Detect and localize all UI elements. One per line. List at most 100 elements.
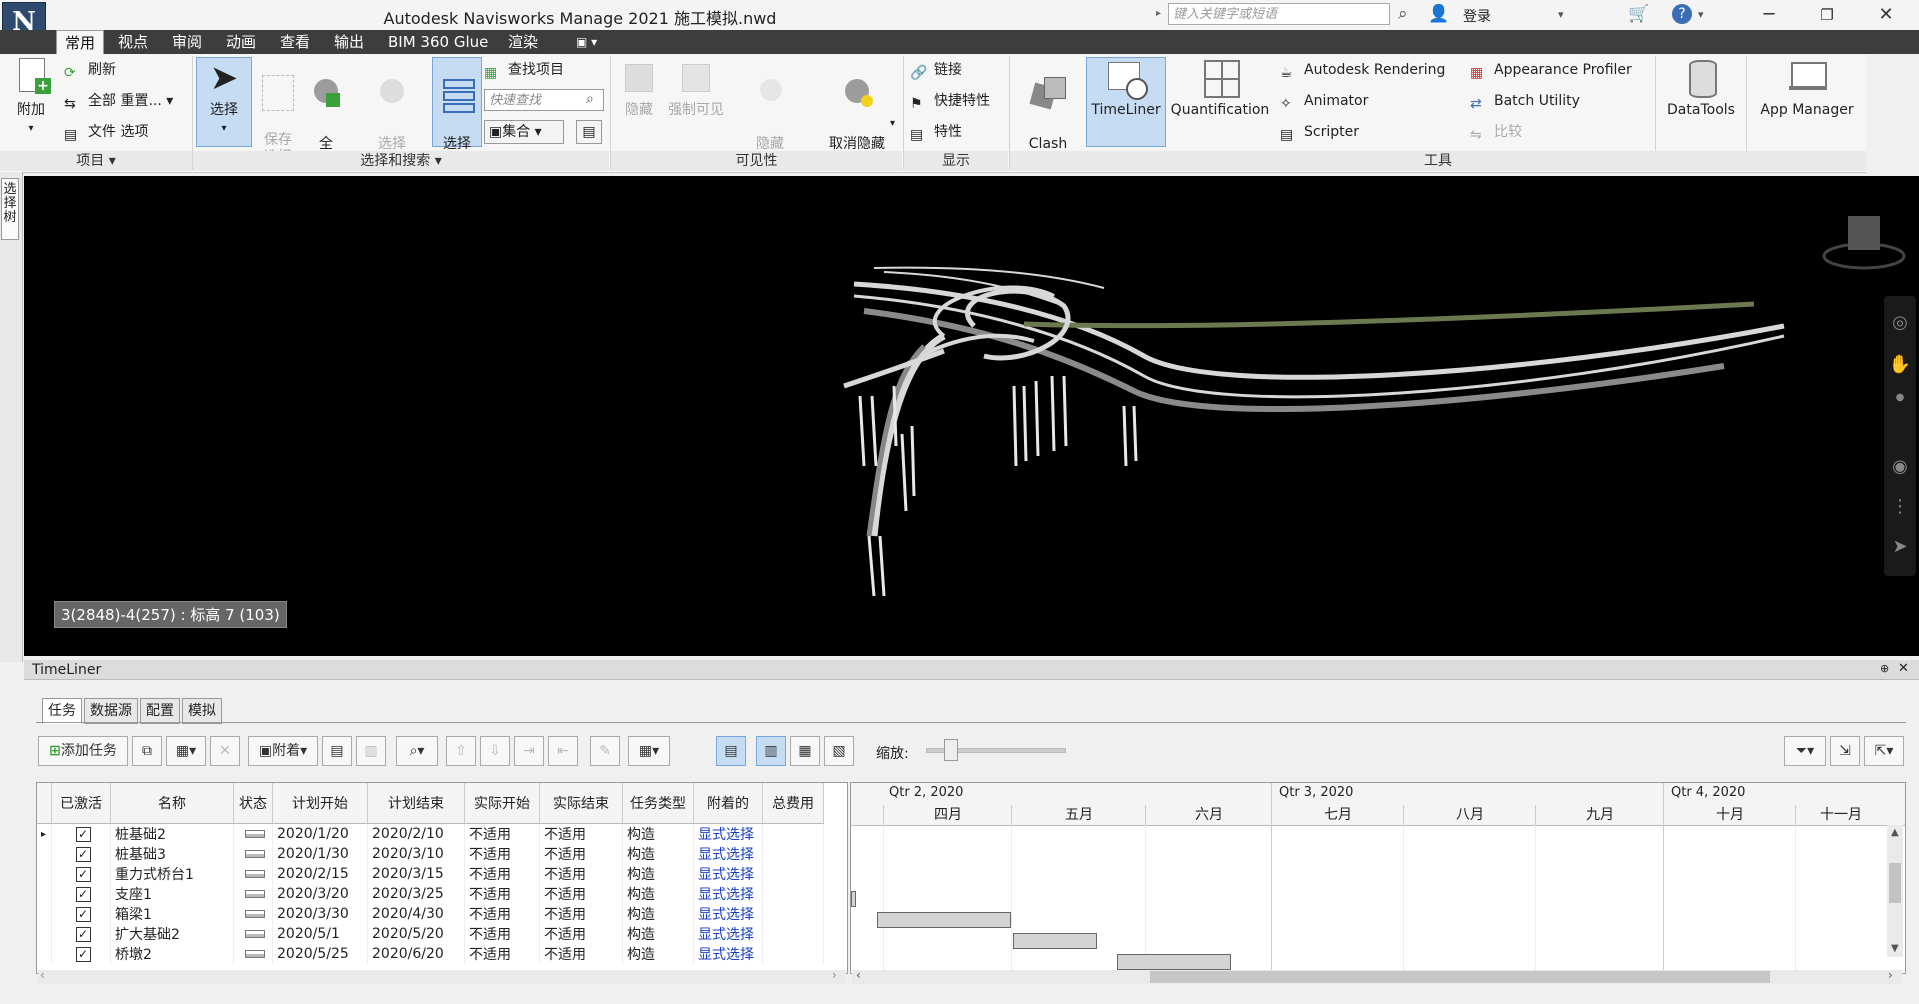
outdent-icon[interactable]: ⇤ — [548, 736, 578, 766]
tab-configure[interactable]: 配置 — [140, 698, 180, 724]
filter-icon[interactable]: ⏷▾ — [1784, 736, 1826, 766]
attached-link[interactable]: 显式选择 — [693, 924, 763, 944]
clear-attachments-icon[interactable]: ▥ — [356, 736, 386, 766]
attached-link[interactable]: 显式选择 — [693, 904, 763, 924]
auto-add-tasks-icon[interactable]: ▦▾ — [166, 736, 206, 766]
view-gantt-icon[interactable]: ▦ — [790, 736, 820, 766]
sets-dropdown[interactable]: ▣集合 ▾ — [484, 120, 564, 144]
col-actual-start[interactable]: 实际开始 — [464, 783, 540, 824]
hide-button[interactable]: 隐藏 — [614, 58, 664, 119]
move-down-icon[interactable]: ⇩ — [480, 736, 510, 766]
attached-link[interactable]: 显式选择 — [693, 823, 763, 844]
auto-attach-rules-icon[interactable]: ▤ — [322, 736, 352, 766]
properties-button[interactable]: ▤ 特性 — [910, 120, 962, 144]
tab-animation[interactable]: 动画 — [218, 30, 264, 54]
login-button[interactable]: 登录 — [1463, 6, 1491, 26]
links-button[interactable]: 🔗 链接 — [910, 58, 962, 82]
help-menu-chevron-icon[interactable]: ▾ — [1698, 8, 1704, 21]
pan-hand-icon[interactable]: ✋ — [1888, 354, 1912, 375]
reset-all-button[interactable]: ⇆ 全部 重置... ▾ — [64, 89, 173, 113]
checkbox-checked-icon[interactable]: ✓ — [75, 927, 91, 942]
col-task-type[interactable]: 任务类型 — [622, 783, 694, 824]
camera-icon[interactable]: ▣ ▾ — [568, 30, 605, 54]
tab-simulate[interactable]: 模拟 — [182, 698, 222, 724]
autodesk-rendering-button[interactable]: ☕ Autodesk Rendering — [1280, 58, 1445, 82]
scripter-button[interactable]: ▤ Scripter — [1280, 120, 1359, 144]
table-row[interactable]: ▸ ✓ 桩基础2 2020/1/20 2020/2/10 不适用 不适用 构造 显式选择 — [37, 823, 824, 844]
panel-label-project[interactable]: 项目 ▾ — [0, 151, 192, 171]
datatools-button[interactable]: DataTools — [1660, 58, 1742, 119]
checkbox-checked-icon[interactable]: ✓ — [75, 867, 91, 882]
active-checkbox[interactable]: ✓ — [51, 924, 111, 944]
active-checkbox[interactable]: ✓ — [51, 944, 111, 964]
col-actual-end[interactable]: 实际结束 — [539, 783, 623, 824]
minimize-button[interactable]: ─ — [1745, 0, 1793, 30]
gantt-task-bar[interactable] — [1117, 954, 1231, 970]
chevron-down-icon[interactable]: ▾ — [1558, 8, 1564, 21]
tab-tasks[interactable]: 任务 — [42, 698, 82, 724]
find-items-icon[interactable]: ⌕▾ — [396, 736, 438, 766]
gantt-chart[interactable]: Qtr 2, 2020 Qtr 3, 2020 Qtr 4, 2020 四月 五… — [850, 782, 1906, 974]
panel-label-select-search[interactable]: 选择和搜索 ▾ — [193, 151, 609, 171]
file-options-button[interactable]: ▤ 文件 选项 — [64, 120, 148, 144]
indent-icon[interactable]: ⇥ — [514, 736, 544, 766]
col-active[interactable]: 已激活 — [51, 783, 111, 824]
view-grid-icon[interactable]: ▤ — [716, 736, 746, 766]
move-up-icon[interactable]: ⇧ — [446, 736, 476, 766]
attach-button[interactable]: ▣附着▾ — [248, 736, 318, 766]
checkbox-checked-icon[interactable]: ✓ — [75, 827, 91, 842]
view-grid-gantt-icon[interactable]: ▥ — [756, 736, 786, 766]
cart-icon[interactable]: 🛒 — [1628, 4, 1649, 24]
add-task-button[interactable]: ⊞添加任务 — [38, 736, 128, 766]
table-row[interactable]: ✓ 箱梁1 2020/3/30 2020/4/30 不适用 不适用 构造 显式选择 — [37, 904, 824, 924]
appearance-profiler-button[interactable]: ▦ Appearance Profiler — [1470, 58, 1632, 82]
gantt-vertical-scroll-thumb[interactable] — [1889, 863, 1901, 903]
columns-icon[interactable]: ▦▾ — [628, 736, 670, 766]
tab-viewpoint[interactable]: 视点 — [110, 30, 156, 54]
task-name[interactable]: 扩大基础2 — [110, 924, 234, 944]
checkbox-checked-icon[interactable]: ✓ — [75, 947, 91, 962]
tab-review[interactable]: 审阅 — [164, 30, 210, 54]
compare-button[interactable]: ⇋ 比较 — [1470, 120, 1522, 144]
tab-render[interactable]: 渲染 — [500, 30, 546, 54]
steering-wheel-icon[interactable]: ◎ — [1888, 312, 1912, 333]
col-attached[interactable]: 附着的 — [693, 783, 763, 824]
col-total-cost[interactable]: 总费用 — [762, 783, 824, 824]
task-grid[interactable]: 已激活 名称 状态 计划开始 计划结束 实际开始 实际结束 任务类型 附着的 总… — [36, 782, 848, 974]
quantification-button[interactable]: Quantification — [1166, 58, 1274, 119]
binoculars-icon[interactable]: ⌕ — [1398, 4, 1408, 24]
attached-link[interactable]: 显式选择 — [693, 844, 763, 864]
insert-task-icon[interactable]: ⧉ — [132, 736, 162, 766]
restore-button[interactable]: ❐ — [1803, 0, 1851, 30]
import-icon[interactable]: ⇲ — [1830, 736, 1860, 766]
col-name[interactable]: 名称 — [110, 783, 234, 824]
quick-find-search-icon[interactable]: ⌕ — [586, 91, 594, 107]
active-checkbox[interactable]: ✓ — [51, 864, 111, 884]
save-selection-button[interactable]: 保存 选择 — [254, 58, 302, 166]
task-name[interactable]: 桩基础3 — [110, 844, 234, 864]
active-checkbox[interactable]: ✓ — [51, 823, 111, 844]
tab-bim360glue[interactable]: BIM 360 Glue — [380, 30, 496, 54]
col-planned-start[interactable]: 计划开始 — [272, 783, 368, 824]
table-row[interactable]: ✓ 重力式桥台1 2020/2/15 2020/3/15 不适用 不适用 构造 显式选择 — [37, 864, 824, 884]
search-expand-icon[interactable]: ▸ — [1156, 8, 1161, 19]
orbit-icon[interactable]: ◉ — [1888, 456, 1912, 477]
task-name[interactable]: 桩基础2 — [110, 823, 234, 844]
help-icon[interactable]: ? — [1672, 4, 1692, 24]
select-button[interactable]: ➤ 选择 ▾ — [196, 57, 252, 147]
attached-link[interactable]: 显式选择 — [693, 864, 763, 884]
zoom-slider-thumb[interactable] — [944, 739, 958, 761]
gantt-task-bar[interactable] — [851, 891, 856, 907]
quick-properties-button[interactable]: ⚑ 快捷特性 — [910, 89, 990, 113]
gantt-scroll-left-icon[interactable]: ‹ — [856, 968, 861, 982]
table-row[interactable]: ✓ 扩大基础2 2020/5/1 2020/5/20 不适用 不适用 构造 显式选择 — [37, 924, 824, 944]
table-row[interactable]: ✓ 支座1 2020/3/20 2020/3/25 不适用 不适用 构造 显式选择 — [37, 884, 824, 904]
require-visible-button[interactable]: 强制可见 — [664, 58, 728, 119]
scroll-right-icon[interactable]: › — [832, 968, 837, 982]
scroll-down-icon[interactable]: ▼ — [1891, 943, 1899, 954]
unhide-chevron-icon[interactable]: ▾ — [890, 118, 895, 129]
task-name[interactable]: 重力式桥台1 — [110, 864, 234, 884]
active-checkbox[interactable]: ✓ — [51, 904, 111, 924]
table-row[interactable]: ✓ 桩基础3 2020/1/30 2020/3/10 不适用 不适用 构造 显式选择 — [37, 844, 824, 864]
animator-button[interactable]: ✧ Animator — [1280, 89, 1368, 113]
